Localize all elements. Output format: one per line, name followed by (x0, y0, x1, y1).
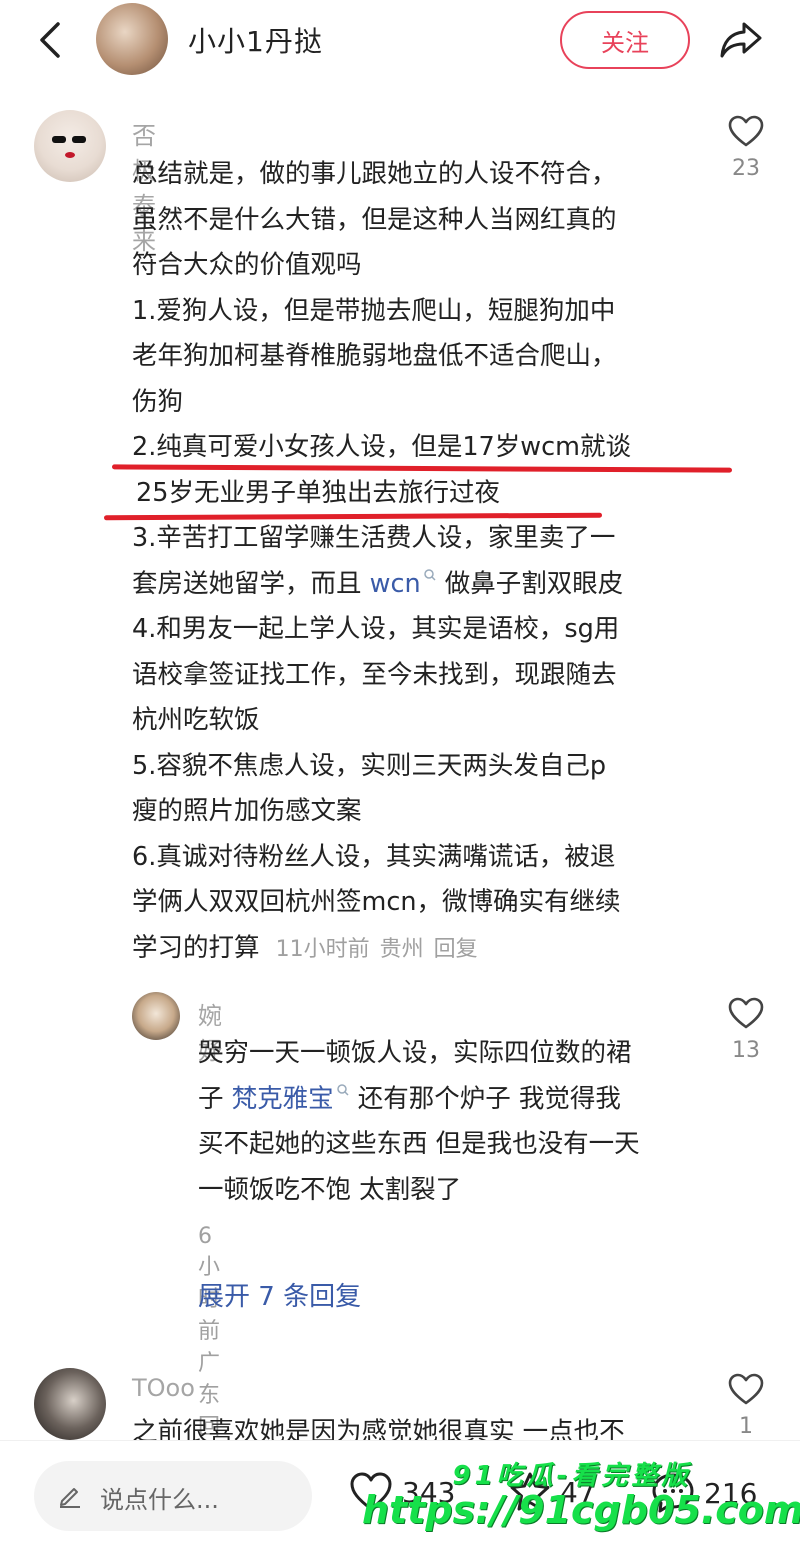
watermark-url: https://91cgb05.com (362, 1488, 800, 1532)
comment-line: 套房送她留学，而且 wcn 做鼻子割双眼皮 (132, 562, 631, 608)
heart-icon (728, 115, 764, 147)
like-count: 13 (732, 1038, 760, 1063)
reply-text: 哭穷一天一顿饭人设，实际四位数的裙 子 梵克雅宝 还有那个炉子 我觉得我 买不起… (198, 1031, 640, 1213)
comment-line: 25岁无业男子单独出去旅行过夜 (136, 477, 500, 508)
follow-button[interactable]: 关注 (560, 11, 690, 69)
comment-line: 5.容貌不焦虑人设，实则三天两头发自己p (132, 750, 607, 781)
search-icon (423, 569, 436, 581)
mention-link[interactable]: wcn (370, 569, 421, 599)
top-bar: 小小1丹挞 关注 (0, 0, 800, 80)
comment-location: 广东 (198, 1351, 221, 1408)
comment-line: 3.辛苦打工留学赚生活费人设，家里卖了一 (132, 523, 616, 553)
comment-text-segment: 子 (198, 1083, 232, 1114)
watermark-line: 91吃瓜-看完整版 (452, 1461, 692, 1491)
expand-replies-button[interactable]: 展开 7 条回复 (198, 1276, 361, 1313)
comment-line: 买不起她的这些东西 但是我也没有一天 (198, 1129, 640, 1159)
share-button[interactable] (716, 14, 766, 64)
comment-line: 伤狗 (132, 386, 184, 417)
comment-line: 杭州吃软饭 (132, 705, 260, 735)
comment-like-button[interactable]: 13 (721, 996, 771, 1063)
author-name[interactable]: 小小1丹挞 (188, 20, 323, 60)
search-icon (336, 1084, 349, 1096)
comment-line: 语校拿签证找工作，至今未找到，现跟随去 (132, 659, 617, 690)
like-count: 23 (732, 156, 760, 181)
comment-text-segment: 套房送她留学，而且 (132, 568, 370, 599)
back-button[interactable] (30, 18, 70, 62)
comment-line: 子 梵克雅宝 还有那个炉子 我觉得我 (198, 1077, 640, 1123)
watermark-overlay: 91吃瓜-看完整版 https://91cgb05.com (362, 1455, 800, 1532)
share-icon (720, 22, 762, 58)
comment-last-line: 学习的打算 11小时前 贵州 回复 (132, 926, 631, 972)
comment-line: 哭穷一天一顿饭人设，实际四位数的裙 (198, 1038, 632, 1068)
comment-like-button[interactable]: 23 (721, 114, 771, 181)
comment-line: 之前很喜欢她是因为感觉她很真实 一点也不 (132, 1417, 625, 1440)
comment-line: 老年狗加柯基脊椎脆弱地盘低不适合爬山， (132, 341, 617, 371)
comment-line: 2.纯真可爱小女孩人设，但是17岁wcm就谈 (132, 432, 631, 462)
comment-text: 之前很喜欢她是因为感觉她很真实 一点也不 (132, 1410, 625, 1440)
like-count: 1 (739, 1414, 753, 1439)
comment-text-segment: 做鼻子割双眼皮 (436, 568, 624, 599)
commenter-avatar[interactable] (34, 110, 106, 182)
avatar-face-icon (52, 136, 86, 158)
commenter-avatar[interactable] (34, 1368, 106, 1440)
reply-button[interactable]: 回复 (434, 937, 478, 962)
comment-like-button[interactable]: 1 (721, 1372, 771, 1439)
comment-text: 总结就是，做的事儿跟她立的人设不符合， 虽然不是什么大错，但是这种人当网红真的 … (132, 152, 631, 971)
chevron-left-icon (40, 22, 60, 58)
comment-line: 6.真诚对待粉丝人设，其实满嘴谎话，被退 (132, 841, 616, 872)
comment-text-segment: 还有那个炉子 我觉得我 (349, 1083, 621, 1114)
comment-line: 符合大众的价值观吗 (132, 250, 362, 280)
comment-line: 总结就是，做的事儿跟她立的人设不符合， (132, 159, 617, 189)
mention-link[interactable]: 梵克雅宝 (232, 1084, 334, 1114)
comment-line: 虽然不是什么大错，但是这种人当网红真的 (132, 204, 617, 235)
comment-line: 4.和男友一起上学人设，其实是语校，sg用 (132, 614, 620, 644)
commenter-avatar[interactable] (132, 992, 180, 1040)
heart-icon (728, 997, 764, 1029)
comment-line: 一顿饭吃不饱 太割裂了 (198, 1174, 462, 1205)
comment-text-segment: 学习的打算 (132, 932, 260, 963)
author-avatar[interactable] (96, 3, 168, 75)
comment-line: 瘦的照片加伤感文案 (132, 796, 362, 826)
comment-line: 学俩人双双回杭州签mcn，微博确实有继续 (132, 887, 621, 917)
comment-location: 贵州 (379, 936, 424, 962)
heart-icon (728, 1373, 764, 1405)
comment-input[interactable]: 说点什么... (34, 1461, 312, 1531)
comment-meta: 11小时前 贵州 回复 (276, 937, 488, 962)
comment-time: 11小时前 (275, 936, 370, 962)
comment-line: 1.爱狗人设，但是带抛去爬山，短腿狗加中 (132, 295, 616, 326)
commenter-name[interactable]: TOoo (132, 1374, 195, 1402)
pen-icon (60, 1488, 80, 1508)
comment-input-placeholder: 说点什么... (100, 1486, 219, 1514)
